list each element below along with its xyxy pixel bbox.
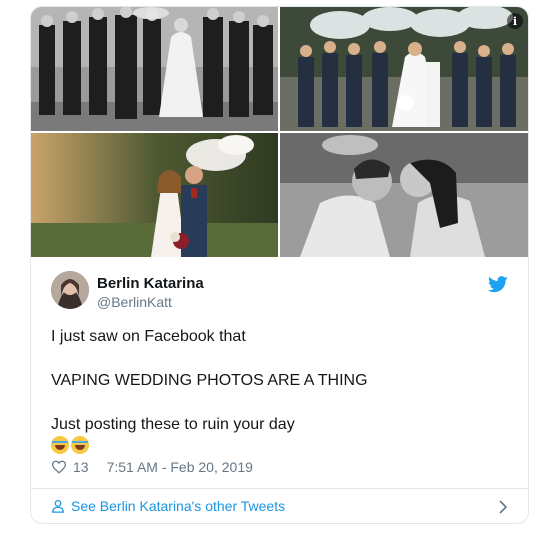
photo-couple-vapor[interactable] [31,133,278,257]
face-with-tears-of-joy-icon [51,436,69,454]
tweet-meta: 13 7:51 AM - Feb 20, 2019 [51,459,253,475]
other-tweets-link[interactable]: See Berlin Katarina's other Tweets [51,490,508,522]
tweet-text-line: I just saw on Facebook that [51,328,246,345]
info-icon[interactable]: i [507,13,523,29]
avatar[interactable] [51,271,89,309]
other-tweets-label[interactable]: See Berlin Katarina's other Tweets [71,498,285,514]
chevron-right-icon[interactable] [498,500,508,514]
tweet-text-line: VAPING WEDDING PHOTOS ARE A THING [51,372,368,389]
tweet-header: Berlin Katarina @BerlinKatt [51,271,508,313]
like-count[interactable]: 13 [73,459,89,475]
timestamp[interactable]: 7:51 AM - Feb 20, 2019 [107,459,253,475]
heart-icon[interactable] [51,460,67,474]
divider [31,488,528,489]
photo-couple-bw[interactable] [280,133,528,257]
photo-group-vapor[interactable]: i [280,7,528,131]
author-handle[interactable]: @BerlinKatt [97,294,172,310]
photo-group-bw[interactable] [31,7,278,131]
author-name[interactable]: Berlin Katarina [97,275,204,292]
photo-grid: i [31,7,528,257]
twitter-bird-icon[interactable] [488,276,508,293]
face-with-tears-of-joy-icon [71,436,89,454]
person-icon [52,499,64,513]
tweet-text-line: Just posting these to ruin your day [51,416,295,433]
tweet-card[interactable]: i Berlin Katarina @BerlinKatt I just saw… [30,6,529,524]
emoji-row [51,436,89,454]
